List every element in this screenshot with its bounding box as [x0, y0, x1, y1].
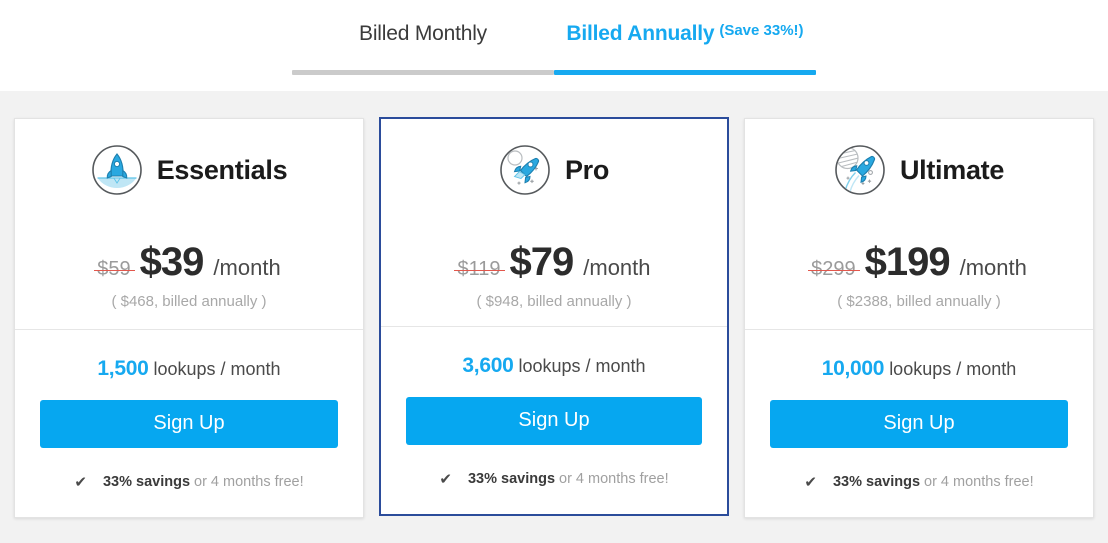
sign-up-button[interactable]: Sign Up [40, 400, 338, 448]
lookups-row: 3,600 lookups / month [406, 354, 702, 378]
tab-billed-monthly[interactable]: Billed Monthly [292, 13, 554, 75]
tab-billed-annually[interactable]: Billed Annually (Save 33%!) [554, 13, 816, 75]
billing-toggle-header: Billed Monthly Billed Annually (Save 33%… [0, 0, 1108, 91]
plan-identity: Pro [381, 144, 727, 196]
price-row: $119 $79 /month [381, 240, 727, 285]
price-current: $79 [509, 240, 575, 284]
price-row: $59 $39 /month [15, 240, 363, 285]
price-row: $299 $199 /month [745, 240, 1093, 285]
plan-name: Ultimate [899, 154, 1005, 185]
billed-annually-note: ( $468, billed annually ) [111, 293, 267, 310]
tab-billed-monthly-underline [292, 70, 554, 75]
lookups-row: 10,000 lookups / month [770, 357, 1068, 381]
pricing-card-body: 3,600 lookups / month Sign Up ✔ 33% savi… [381, 354, 727, 487]
rocket-orbit-icon [834, 144, 886, 196]
plan-identity: Essentials [15, 144, 363, 196]
sign-up-button[interactable]: Sign Up [406, 397, 702, 445]
tab-billed-monthly-label: Billed Monthly [359, 22, 487, 45]
lookups-label: lookups / month [518, 356, 646, 376]
savings-amount: 33% savings [102, 474, 191, 490]
sign-up-button[interactable]: Sign Up [770, 400, 1068, 448]
pricing-card-body: 1,500 lookups / month Sign Up ✔ 33% savi… [15, 357, 363, 490]
price-original: $59 [94, 258, 136, 280]
rocket-launch-icon [91, 144, 143, 196]
pricing-card-ultimate[interactable]: Ultimate $299 $199 /month ( $2388, bille… [744, 118, 1094, 518]
billed-annually-note: ( $948, billed annually ) [476, 293, 632, 310]
lookups-count: 3,600 [462, 354, 514, 377]
check-icon: ✔ [439, 470, 452, 488]
price-current: $39 [139, 240, 205, 284]
savings-amount: 33% savings [467, 471, 556, 487]
price-period: /month [583, 255, 651, 280]
price-period: /month [959, 255, 1027, 280]
billed-annually-note: ( $2388, billed annually ) [837, 293, 1001, 310]
savings-amount: 33% savings [832, 474, 921, 490]
pricing-card-essentials[interactable]: Essentials $59 $39 /month ( $468, billed… [14, 118, 364, 518]
plan-name: Essentials [156, 154, 288, 185]
pricing-card-body: 10,000 lookups / month Sign Up ✔ 33% sav… [745, 357, 1093, 490]
pricing-card-header: Essentials $59 $39 /month ( $468, billed… [15, 119, 363, 330]
pricing-card-header: Ultimate $299 $199 /month ( $2388, bille… [745, 119, 1093, 330]
plan-identity: Ultimate [745, 144, 1093, 196]
pricing-plans-area: Essentials $59 $39 /month ( $468, billed… [0, 91, 1108, 543]
price-original: $119 [454, 258, 505, 280]
lookups-label: lookups / month [889, 359, 1017, 379]
lookups-count: 1,500 [97, 357, 149, 380]
savings-detail: or 4 months free! [559, 471, 669, 487]
tab-billed-annually-save-note: (Save 33%!) [719, 22, 804, 39]
savings-row: ✔ 33% savings or 4 months free! [770, 474, 1068, 490]
lookups-row: 1,500 lookups / month [40, 357, 338, 381]
check-icon: ✔ [804, 473, 817, 491]
savings-row: ✔ 33% savings or 4 months free! [40, 474, 338, 490]
pricing-card-pro[interactable]: Pro $119 $79 /month ( $948, billed annua… [379, 117, 729, 516]
lookups-count: 10,000 [821, 357, 885, 380]
lookups-label: lookups / month [153, 359, 281, 379]
price-current: $199 [864, 240, 951, 284]
check-icon: ✔ [74, 473, 87, 491]
price-original: $299 [808, 258, 860, 280]
plan-name: Pro [564, 154, 610, 185]
pricing-card-header: Pro $119 $79 /month ( $948, billed annua… [381, 119, 727, 327]
tab-billed-annually-underline [554, 70, 816, 75]
price-period: /month [213, 255, 281, 280]
tab-billed-annually-label: Billed Annually [566, 22, 715, 45]
billing-tabs: Billed Monthly Billed Annually (Save 33%… [292, 13, 816, 75]
savings-detail: or 4 months free! [194, 474, 304, 490]
savings-row: ✔ 33% savings or 4 months free! [406, 471, 702, 487]
pricing-cards-row: Essentials $59 $39 /month ( $468, billed… [14, 117, 1094, 518]
savings-detail: or 4 months free! [924, 474, 1034, 490]
rocket-flying-icon [499, 144, 551, 196]
